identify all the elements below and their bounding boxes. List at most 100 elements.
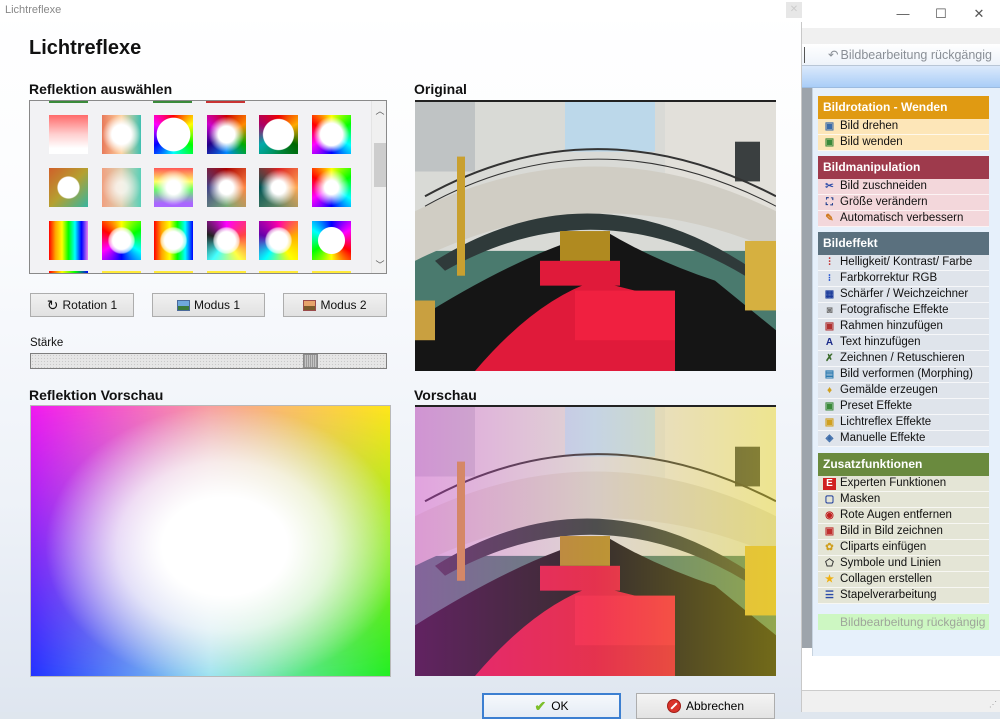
panel-item[interactable]: ✗ Zeichnen / Retuschieren — [818, 351, 989, 367]
magic-wand-icon: ✎ — [825, 213, 834, 224]
strength-slider[interactable] — [30, 353, 387, 369]
reflection-thumb-7[interactable] — [49, 168, 88, 207]
panel-group-header[interactable]: Bildeffekt — [818, 232, 989, 255]
panel-item[interactable]: ◈ Manuelle Effekte — [818, 431, 989, 447]
slider-thumb[interactable] — [303, 354, 318, 368]
manual-effects-icon: ◈ — [825, 433, 834, 444]
minimize-button[interactable]: — — [888, 4, 918, 24]
dialog-heading: Lichtreflexe — [29, 37, 142, 59]
gallery-thumb-partial[interactable] — [154, 271, 193, 273]
gallery-thumb-partial[interactable] — [49, 101, 88, 103]
panel-item[interactable]: E Experten Funktionen — [818, 476, 989, 492]
reflection-thumb-14[interactable] — [102, 221, 141, 260]
reflection-thumb-17[interactable] — [259, 221, 298, 260]
panel-group-header[interactable]: Bildrotation - Wenden — [818, 96, 989, 119]
panel-item[interactable]: ✿ Cliparts einfügen — [818, 540, 989, 556]
panel-item[interactable]: ⬠ Symbole und Linien — [818, 556, 989, 572]
ok-button[interactable]: ✔ OK — [482, 693, 621, 719]
panel-item-label: Masken — [840, 493, 881, 505]
panel-item[interactable]: ♦ Gemälde erzeugen — [818, 383, 989, 399]
scroll-down-icon[interactable]: ﹀ — [372, 258, 386, 271]
panel-item-label: Zeichnen / Retuschieren — [840, 352, 965, 364]
reflection-thumb-12[interactable] — [312, 168, 351, 207]
undo-top-button[interactable]: ↶ Bildbearbeitung rückgängig — [828, 46, 992, 64]
panel-item[interactable]: ⛶ Größe verändern — [818, 195, 989, 211]
cancel-icon — [666, 699, 681, 713]
panel-item-label: Manuelle Effekte — [840, 432, 926, 444]
panel-item[interactable]: ◙ Fotografische Effekte — [818, 303, 989, 319]
gallery-thumb-partial[interactable] — [206, 101, 245, 103]
scrollbar-thumb[interactable] — [374, 143, 386, 187]
panel-item-label: Collagen erstellen — [840, 573, 933, 585]
close-button[interactable]: ✕ — [964, 4, 994, 24]
reflection-thumb-15[interactable] — [154, 221, 193, 260]
reflection-thumb-8[interactable] — [102, 168, 141, 207]
panel-item[interactable]: ☰ Stapelverarbeitung — [818, 588, 989, 604]
mode2-button[interactable]: Modus 2 — [283, 293, 387, 317]
reflection-thumb-2[interactable] — [102, 115, 141, 154]
panel-item[interactable]: ▤ Bild verformen (Morphing) — [818, 367, 989, 383]
reflection-thumb-9[interactable] — [154, 168, 193, 207]
image-icon — [176, 299, 190, 311]
maximize-button[interactable]: ☐ — [926, 4, 956, 24]
reflection-thumb-18[interactable] — [312, 221, 351, 260]
dialog-close-button[interactable]: ✕ — [786, 2, 802, 18]
panel-item[interactable]: A Text hinzufügen — [818, 335, 989, 351]
panel-item[interactable]: ▣ Rahmen hinzufügen — [818, 319, 989, 335]
panel-item[interactable]: ▣ Preset Effekte — [818, 399, 989, 415]
camera-icon: ◙ — [826, 305, 833, 316]
panel-item[interactable]: ★ Collagen erstellen — [818, 572, 989, 588]
strength-label: Stärke — [30, 337, 64, 349]
panel-item[interactable]: ▣ Bild drehen — [818, 119, 989, 135]
reflection-thumb-11[interactable] — [259, 168, 298, 207]
panel-item[interactable]: ✂ Bild zuschneiden — [818, 179, 989, 195]
reflection-thumb-10[interactable] — [207, 168, 246, 207]
gallery-thumb-partial[interactable] — [207, 271, 246, 273]
gallery-thumb-partial[interactable] — [259, 271, 298, 273]
ribbon-band — [800, 66, 1000, 88]
panel-item[interactable]: ▣ Lichtreflex Effekte — [818, 415, 989, 431]
mode1-button[interactable]: Modus 1 — [152, 293, 265, 317]
gallery-title: Reflektion auswählen — [29, 81, 173, 97]
scroll-up-icon[interactable]: ︿ — [372, 104, 386, 117]
panel-item[interactable]: ▦ Schärfer / Weichzeichner — [818, 287, 989, 303]
reflection-gallery[interactable]: ︿ ﹀ — [29, 100, 387, 274]
panel-item[interactable]: ▣ Bild wenden — [818, 135, 989, 151]
panel-item[interactable]: ✎ Automatisch verbessern — [818, 211, 989, 227]
panel-item[interactable]: ▢ Masken — [818, 492, 989, 508]
gallery-thumb-partial[interactable] — [153, 101, 192, 103]
undo-bottom-button[interactable]: Bildbearbeitung rückgängig — [818, 614, 989, 630]
rotation-button[interactable]: ↻ Rotation 1 — [30, 293, 134, 317]
rotate-image-icon: ▣ — [824, 121, 835, 132]
cancel-button[interactable]: Abbrechen — [636, 693, 775, 719]
mode2-button-label: Modus 2 — [320, 298, 367, 312]
panel-item-label: Größe verändern — [840, 196, 928, 208]
reflection-thumb-16[interactable] — [207, 221, 246, 260]
panel-group-header[interactable]: Zusatzfunktionen — [818, 453, 989, 476]
panel-item[interactable]: ⫶ Helligkeit/ Kontrast/ Farbe — [818, 255, 989, 271]
reflection-thumb-13[interactable] — [49, 221, 88, 260]
preview-image — [415, 405, 776, 676]
gallery-thumb-partial[interactable] — [102, 271, 141, 273]
panel-item[interactable]: ⁝ Farbkorrektur RGB — [818, 271, 989, 287]
panel-item-label: Symbole und Linien — [840, 557, 942, 569]
panel-item[interactable]: ▣ Bild in Bild zeichnen — [818, 524, 989, 540]
reflection-thumb-5[interactable] — [259, 115, 298, 154]
resize-grip-icon[interactable]: ⋰ — [989, 700, 997, 709]
text-icon: A — [825, 337, 834, 348]
panel-item-label: Bild zuschneiden — [840, 180, 927, 192]
panel-group-header[interactable]: Bildmanipulation — [818, 156, 989, 179]
panel-item-label: Stapelverarbeitung — [840, 589, 937, 601]
reflection-thumb-3[interactable] — [154, 115, 193, 154]
dialog-window-title: Lichtreflexe — [5, 4, 62, 16]
gallery-scrollbar[interactable]: ︿ ﹀ — [371, 101, 386, 273]
batch-icon: ☰ — [825, 590, 834, 601]
rgb-icon: ⁝ — [827, 273, 832, 284]
reflection-thumb-1[interactable] — [49, 115, 88, 154]
gallery-thumb-partial[interactable] — [49, 271, 88, 273]
panel-item-label: Rahmen hinzufügen — [840, 320, 943, 332]
gallery-thumb-partial[interactable] — [312, 271, 351, 273]
reflection-thumb-6[interactable] — [312, 115, 351, 154]
panel-item[interactable]: ◉ Rote Augen entfernen — [818, 508, 989, 524]
reflection-thumb-4[interactable] — [207, 115, 246, 154]
